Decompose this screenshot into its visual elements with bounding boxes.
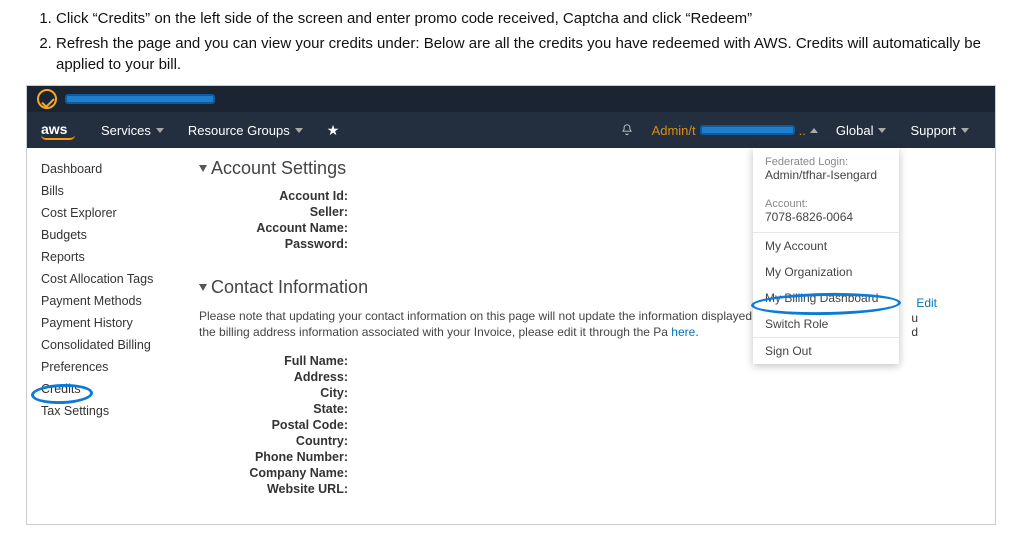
sidebar-item-payment-history[interactable]: Payment History	[41, 312, 193, 334]
federated-login-label: Federated Login:	[765, 156, 887, 168]
federated-login-value: Admin/tfhar-Isengard	[765, 168, 887, 182]
sidebar-item-budgets[interactable]: Budgets	[41, 224, 193, 246]
browser-bar	[27, 86, 995, 112]
chevron-down-icon	[156, 128, 164, 133]
label-website: Website URL:	[199, 482, 354, 496]
contact-note: Please note that updating your contact i…	[199, 308, 839, 340]
pin-icon: ★	[327, 122, 340, 139]
label-account-id: Account Id:	[199, 189, 354, 203]
chevron-down-icon	[295, 128, 303, 133]
nav-services-label: Services	[101, 123, 151, 138]
nav-global[interactable]: Global	[824, 123, 899, 138]
label-account-name: Account Name:	[199, 221, 354, 235]
menu-my-organization[interactable]: My Organization	[753, 259, 899, 285]
account-dropdown-panel: Federated Login: Admin/tfhar-Isengard Ac…	[753, 148, 899, 364]
label-address: Address:	[199, 370, 354, 384]
collapse-triangle-icon	[199, 284, 207, 291]
instruction-list: Click “Credits” on the left side of the …	[0, 0, 1024, 75]
account-settings-title: Account Settings	[211, 158, 346, 179]
aws-logo-text: aws	[41, 121, 67, 137]
billing-sidebar: Dashboard Bills Cost Explorer Budgets Re…	[27, 148, 193, 525]
collapse-triangle-icon	[199, 165, 207, 172]
chevron-up-icon	[810, 128, 818, 133]
nav-resource-groups[interactable]: Resource Groups	[176, 123, 315, 138]
redacted-account	[700, 125, 795, 135]
nav-services[interactable]: Services	[89, 123, 176, 138]
shield-check-icon	[37, 89, 57, 109]
nav-support[interactable]: Support	[898, 123, 981, 138]
sidebar-item-bills[interactable]: Bills	[41, 180, 193, 202]
aws-topnav: aws Services Resource Groups ★ Admi	[27, 112, 995, 148]
contact-info-title: Contact Information	[211, 277, 368, 298]
nav-notifications[interactable]	[608, 123, 646, 137]
account-label: Account:	[765, 198, 887, 210]
aws-logo[interactable]: aws	[27, 121, 89, 140]
sidebar-item-reports[interactable]: Reports	[41, 246, 193, 268]
sidebar-item-dashboard[interactable]: Dashboard	[41, 158, 193, 180]
instruction-2: Refresh the page and you can view your c…	[56, 33, 994, 75]
label-phone: Phone Number:	[199, 450, 354, 464]
account-number: 7078-6826-0064	[765, 210, 887, 224]
contact-note-line1: Please note that updating your contact i…	[199, 309, 752, 323]
chevron-down-icon	[961, 128, 969, 133]
label-state: State:	[199, 402, 354, 416]
nav-global-label: Global	[836, 123, 874, 138]
edit-contact-link[interactable]: Edit	[916, 296, 937, 310]
label-country: Country:	[199, 434, 354, 448]
screenshot-container: aws Services Resource Groups ★ Admi	[26, 85, 996, 525]
label-company: Company Name:	[199, 466, 354, 480]
payment-methods-link[interactable]: here	[671, 325, 695, 339]
sidebar-item-preferences[interactable]: Preferences	[41, 356, 193, 378]
menu-my-billing-dashboard[interactable]: My Billing Dashboard	[753, 285, 899, 311]
label-password: Password:	[199, 237, 354, 251]
menu-switch-role[interactable]: Switch Role	[753, 311, 899, 337]
truncated-text-fragment: ud	[911, 311, 918, 340]
sidebar-item-tax-settings[interactable]: Tax Settings	[41, 400, 193, 422]
nav-account-prefix: Admin/t	[652, 123, 696, 138]
bell-icon	[620, 123, 634, 137]
label-postal: Postal Code:	[199, 418, 354, 432]
nav-account-menu[interactable]: Admin/t ..	[646, 123, 824, 138]
instruction-1: Click “Credits” on the left side of the …	[56, 8, 994, 29]
chevron-down-icon	[878, 128, 886, 133]
nav-pin[interactable]: ★	[315, 122, 352, 139]
sidebar-item-credits[interactable]: Credits	[41, 378, 193, 400]
menu-my-account[interactable]: My Account	[753, 233, 899, 259]
sidebar-item-cost-explorer[interactable]: Cost Explorer	[41, 202, 193, 224]
redacted-url	[65, 94, 215, 104]
sidebar-item-consolidated-billing[interactable]: Consolidated Billing	[41, 334, 193, 356]
label-city: City:	[199, 386, 354, 400]
menu-sign-out[interactable]: Sign Out	[753, 338, 899, 364]
nav-support-label: Support	[910, 123, 956, 138]
main-panel: Account Settings Account Id: Seller: Acc…	[193, 148, 995, 525]
content-row: Dashboard Bills Cost Explorer Budgets Re…	[27, 148, 995, 525]
sidebar-item-payment-methods[interactable]: Payment Methods	[41, 290, 193, 312]
nav-resource-groups-label: Resource Groups	[188, 123, 290, 138]
sidebar-item-cost-allocation-tags[interactable]: Cost Allocation Tags	[41, 268, 193, 290]
label-seller: Seller:	[199, 205, 354, 219]
label-full-name: Full Name:	[199, 354, 354, 368]
